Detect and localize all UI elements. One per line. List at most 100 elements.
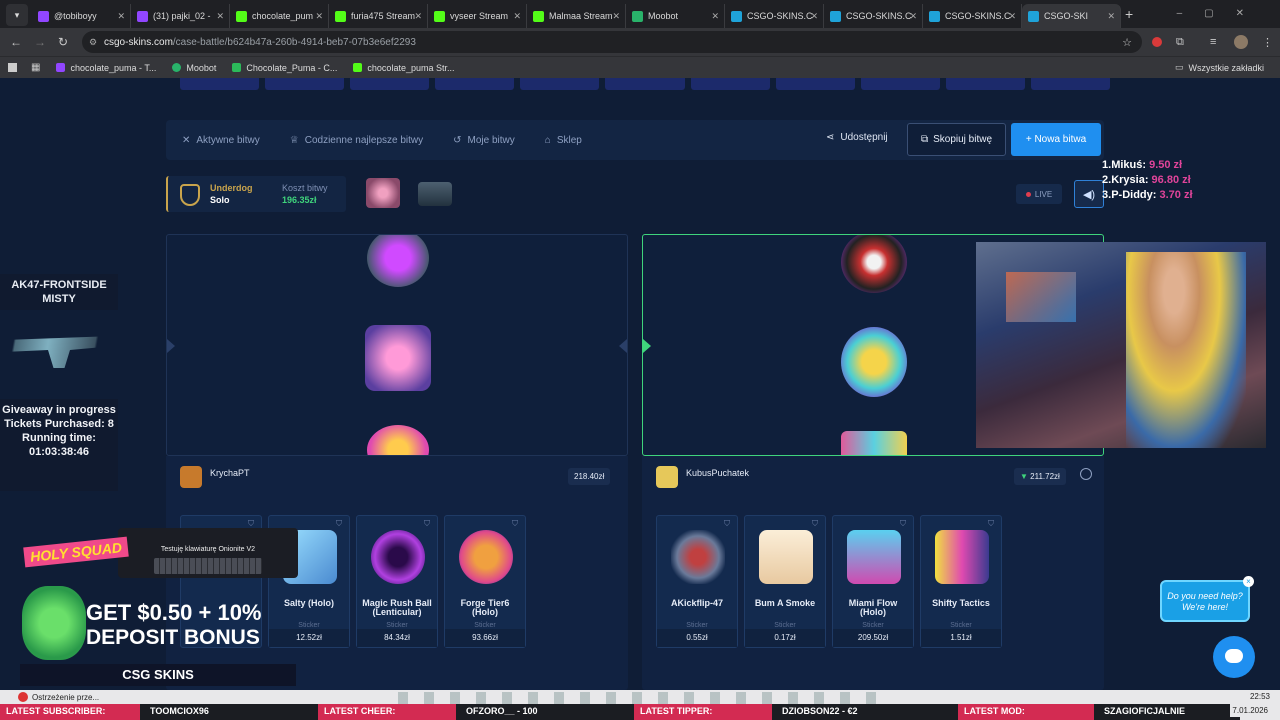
tab-search-icon[interactable]: ▾ [6,4,28,26]
site-info-icon[interactable]: ⚙ [89,37,97,48]
tab-close-icon[interactable]: ✕ [1107,11,1115,22]
item-price: 0.55zł [657,629,737,647]
share-icon: ⋖ [826,132,835,143]
browser-tab[interactable]: furia475 Stream ✕ [329,4,428,28]
tabs-list: @tobiboyy ✕ (31) pajki_02 - ✕ chocolate_pum ✕… [32,0,1121,28]
shield-icon: ⛉ [512,519,518,528]
promo-brand: CSG SKINS [20,664,296,686]
close-icon[interactable]: × [1243,576,1254,587]
browser-menu-icon[interactable]: ⋮ [1262,36,1273,49]
profile-avatar[interactable] [1234,35,1248,49]
bookmark-item-1[interactable]: chocolate_puma - T... [56,63,156,73]
case-image-1[interactable] [366,178,400,208]
url-field[interactable]: ⚙ csgo-skins.com/case-battle/b624b47a-26… [82,31,1142,53]
browser-tab[interactable]: CSGO-SKINS.C ✕ [923,4,1022,28]
sound-toggle[interactable]: ◀︎) [1074,180,1104,208]
copy-battle-button[interactable]: ⧉ Skopiuj bitwę [907,123,1006,156]
promo-banner[interactable]: HOLY SQUAD GET $0.50 + 10% DEPOSIT BONUS… [20,528,296,688]
item-card[interactable]: ⛉ Magic Rush Ball (Lenticular) Sticker 8… [356,515,438,648]
avatar[interactable] [180,466,202,488]
taskbar-apps[interactable] [398,692,888,704]
clock-date: 7.01.2026 [1230,704,1270,717]
new-battle-button[interactable]: + Nowa bitwa [1011,123,1101,156]
browser-tab[interactable]: chocolate_pum ✕ [230,4,329,28]
monitor-glow [1006,272,1076,322]
all-bookmarks[interactable]: ▭ Wszystkie zakładki [1175,62,1264,73]
browser-tab[interactable]: CSGO-SKI ✕ [1022,4,1121,28]
item-type: Sticker [774,622,796,629]
bookmark-item-4[interactable]: chocolate_puma Str... [353,63,454,73]
ticker-value: OFZORO__ - 100 [456,704,634,720]
tab-favicon-icon [1028,10,1039,22]
item-card[interactable]: ⛉ Forge Tier6 (Holo) Sticker 93.66zł [444,515,526,648]
browser-tab[interactable]: @tobiboyy ✕ [32,4,131,28]
item-card[interactable]: ⛉ Bum A Smoke Sticker 0.17zł [744,515,826,648]
back-icon[interactable]: ← [10,35,22,49]
nav-daily-best[interactable]: ♕ Codzienne najlepsze bitwy [290,135,423,146]
apps-grid-icon[interactable]: ▦ [31,62,40,73]
warning-notification[interactable]: Ostrzeżenie prze... [18,692,99,702]
tab-close-icon[interactable]: ✕ [315,11,323,22]
extensions-puzzle-icon[interactable]: ⧉ [1176,36,1184,49]
case-image-2[interactable] [418,182,452,206]
shield-icon: ⛉ [988,519,994,528]
reload-icon[interactable]: ↻ [58,35,68,49]
ticker-value: TOOMCIOX96 [140,704,318,720]
help-bubble[interactable]: Do you need help? We're here! × [1160,576,1254,622]
new-tab-button[interactable]: + [1125,6,1133,22]
forward-icon[interactable]: → [34,35,46,49]
tab-title: Moobot [648,11,679,21]
tab-close-icon[interactable]: ✕ [1008,11,1016,22]
tab-close-icon[interactable]: ✕ [711,11,719,22]
nav-my-battles[interactable]: ↺ Moje bitwy [453,135,515,146]
tab-favicon-icon [929,10,940,22]
browser-tab[interactable]: (31) pajki_02 - ✕ [131,4,230,28]
avatar[interactable] [656,466,678,488]
nav-active-battles[interactable]: ✕ Aktywne bitwy [182,135,260,146]
tab-close-icon[interactable]: ✕ [414,11,422,22]
tab-favicon-icon [533,10,544,22]
url-path: /case-battle/b624b47a-260b-4914-beb7-07b… [172,36,416,48]
warning-icon [18,692,28,702]
item-card[interactable]: ⛉ AKickflip-47 Sticker 0.55zł [656,515,738,648]
browser-tab[interactable]: CSGO-SKINS.C ✕ [824,4,923,28]
item-image [935,530,989,584]
player-name[interactable]: KrychaPT [210,468,250,478]
tab-close-icon[interactable]: ✕ [810,11,818,22]
browser-tab[interactable]: CSGO-SKINS.C ✕ [725,4,824,28]
battle-nav-bar: ✕ Aktywne bitwy ♕ Codzienne najlepsze bitw… [166,120,1104,160]
browser-tab[interactable]: vyseer Stream ✕ [428,4,527,28]
ticker-label: LATEST TIPPER: [634,704,772,720]
item-type: Sticker [386,622,408,629]
clock-time: 22:53 [1249,692,1270,701]
bookmark-star-icon[interactable]: ☆ [1122,36,1132,49]
bookmark-item-3[interactable]: Chocolate_Puma - C... [232,63,337,73]
reading-list-icon[interactable]: ≡ [1210,36,1216,48]
player-total: 218.40zł [568,468,611,485]
browser-tab-bar: ▾ @tobiboyy ✕ (31) pajki_02 - ✕ chocolate_pu… [0,0,1280,28]
browser-tab[interactable]: Moobot ✕ [626,4,725,28]
item-price: 93.66zł [445,629,525,647]
emoji-icon[interactable] [1080,468,1092,480]
item-type: Sticker [950,622,972,629]
extension-icon[interactable] [1152,37,1162,47]
nav-shop[interactable]: ⌂ Sklep [545,135,582,146]
tab-close-icon[interactable]: ✕ [909,11,917,22]
tab-close-icon[interactable]: ✕ [612,11,620,22]
tab-favicon-icon [38,10,49,22]
bookmark-item-2[interactable]: Moobot [172,63,216,73]
player-name[interactable]: KubusPuchatek [686,468,749,478]
tab-favicon-icon [830,10,841,22]
tab-close-icon[interactable]: ✕ [216,11,224,22]
browser-tab[interactable]: Malmaa Stream ✕ [527,4,626,28]
chat-button[interactable] [1213,636,1255,678]
tab-close-icon[interactable]: ✕ [117,11,125,22]
window-controls[interactable]: –▢✕ [1177,8,1266,19]
tab-favicon-icon [434,10,445,22]
item-card[interactable]: ⛉ Shifty Tactics Sticker 1.51zł [920,515,1002,648]
sidebar-toggle-icon[interactable] [8,63,17,72]
share-button[interactable]: ⋖ Udostępnij [826,132,888,143]
tab-close-icon[interactable]: ✕ [513,11,521,22]
spin-item-top [841,235,907,293]
item-card[interactable]: ⛉ Miami Flow (Holo) Sticker 209.50zł [832,515,914,648]
